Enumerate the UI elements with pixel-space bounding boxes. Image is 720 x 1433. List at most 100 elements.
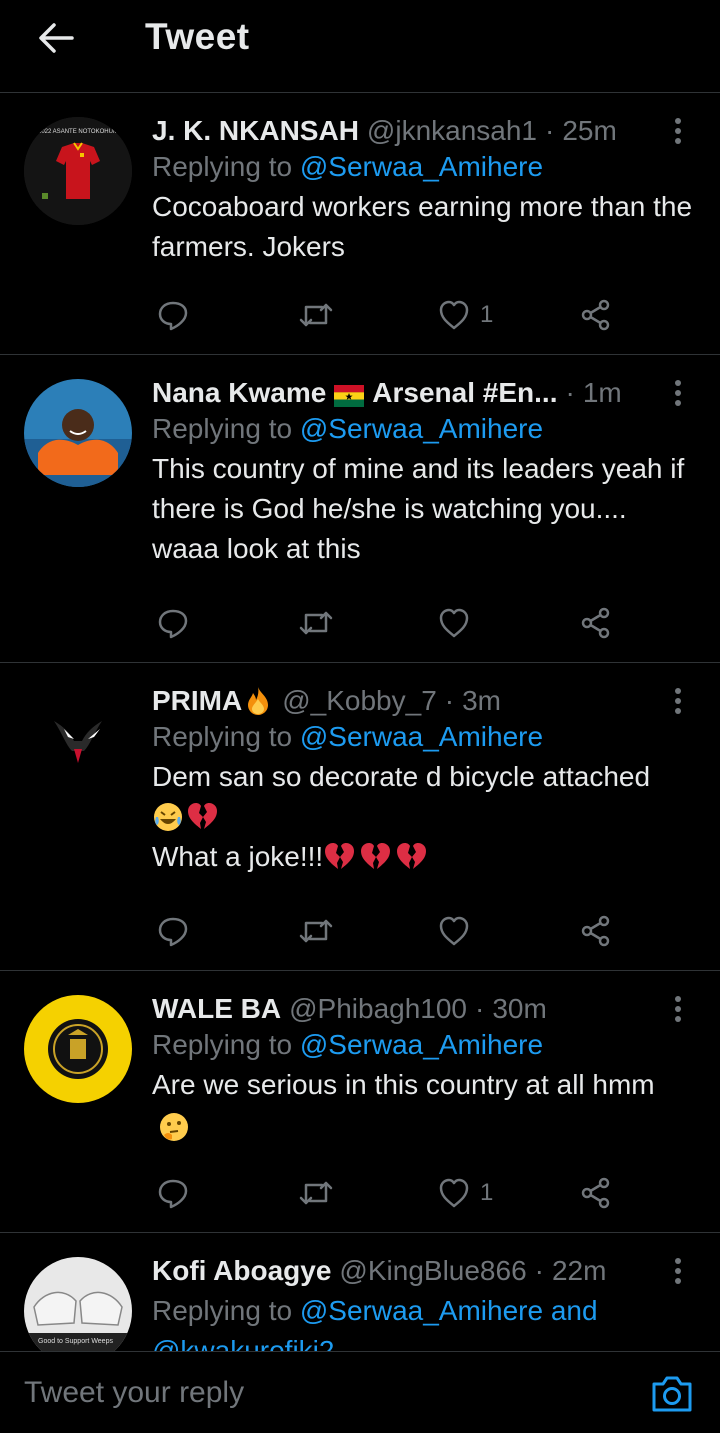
more-vertical-icon	[675, 118, 681, 144]
author-handle[interactable]: @Phibagh100	[289, 993, 467, 1025]
separator-dot: ·	[475, 993, 485, 1024]
separator-dot: ·	[565, 377, 575, 408]
mention-link[interactable]: @Serwaa_Amihere	[300, 721, 543, 752]
heart-icon	[439, 300, 469, 330]
more-options-button[interactable]	[660, 991, 696, 1027]
timestamp[interactable]: 25m	[562, 115, 616, 147]
reply-tweet[interactable]: PRIMA @_Kobby_7 · 3m Replying to @Serwaa…	[0, 663, 720, 971]
heart-icon	[439, 608, 469, 638]
replying-to: Replying to @Serwaa_Amihere and @kwakuro…	[152, 1291, 696, 1351]
tweet-actions: 1	[152, 295, 622, 335]
heart-icon	[439, 1178, 469, 1208]
author-handle[interactable]: @KingBlue866	[339, 1255, 526, 1287]
reply-input[interactable]: Tweet your reply	[24, 1376, 244, 1410]
more-vertical-icon	[675, 380, 681, 406]
replies-list[interactable]: 2022 ASANTE NOTOKOHUMA J. K. NKANSAH @jk…	[0, 93, 720, 1351]
share-icon	[581, 915, 610, 947]
author-name[interactable]: Kofi Aboagye	[152, 1255, 331, 1287]
heart-icon	[439, 916, 469, 946]
avatar-caption: 2022 ASANTE NOTOKOHUMA	[38, 129, 122, 135]
avatar-caption: Good to Support Weeps	[38, 1338, 113, 1345]
replying-to-label: Replying to	[152, 1295, 293, 1326]
author-name[interactable]: J. K. NKANSAH	[152, 115, 359, 147]
share-button[interactable]	[580, 603, 612, 643]
more-options-button[interactable]	[660, 683, 696, 719]
thinking-face-emoji-icon	[160, 1112, 188, 1141]
replying-to-label: Replying to	[152, 721, 293, 752]
like-button[interactable]: 1	[438, 1173, 493, 1213]
retweet-button[interactable]	[298, 295, 334, 335]
mention-link[interactable]: @Serwaa_Amihere	[300, 413, 543, 444]
replying-to-label: Replying to	[152, 151, 293, 182]
reply-tweet[interactable]: Good to Support Weeps Kofi Aboagye @King…	[0, 1233, 720, 1351]
share-icon	[581, 1177, 610, 1209]
author-name[interactable]: WALE BA	[152, 993, 281, 1025]
more-options-button[interactable]	[660, 113, 696, 149]
like-button[interactable]	[438, 603, 480, 643]
tweet-actions	[152, 603, 622, 643]
retweet-button[interactable]	[298, 1173, 334, 1213]
timestamp[interactable]: 30m	[492, 993, 546, 1025]
timestamp[interactable]: 1m	[583, 377, 622, 409]
avatar[interactable]	[24, 687, 132, 795]
separator-dot: ·	[534, 1255, 544, 1286]
like-button[interactable]: 1	[438, 295, 493, 335]
retweet-icon	[299, 919, 333, 943]
more-options-button[interactable]	[660, 1253, 696, 1289]
broken-heart-emoji-icon	[397, 843, 427, 869]
like-count: 1	[480, 301, 494, 328]
avatar[interactable]: 2022 ASANTE NOTOKOHUMA	[24, 117, 132, 225]
replying-to: Replying to @Serwaa_Amihere	[152, 721, 696, 753]
tweet-text: This country of mine and its leaders yea…	[152, 453, 685, 564]
emoji-line	[152, 797, 696, 837]
more-options-button[interactable]	[660, 375, 696, 411]
share-button[interactable]	[580, 1173, 612, 1213]
retweet-button[interactable]	[298, 911, 334, 951]
share-button[interactable]	[580, 911, 612, 951]
camera-button[interactable]	[650, 1374, 694, 1414]
reply-button[interactable]	[156, 295, 190, 335]
mention-link[interactable]: @Serwaa_Amihere	[300, 151, 543, 182]
timestamp[interactable]: 3m	[462, 685, 501, 717]
mention-link[interactable]: @Serwaa_Amihere	[300, 1029, 543, 1060]
reply-button[interactable]	[156, 1173, 190, 1213]
like-count: 1	[480, 1179, 494, 1206]
retweet-button[interactable]	[298, 603, 334, 643]
reply-button[interactable]	[156, 603, 190, 643]
tweet-header: J. K. NKANSAH @jknkansah1 · 25m	[152, 113, 696, 149]
reply-icon	[158, 301, 188, 331]
reply-composer: Tweet your reply	[0, 1351, 720, 1433]
tweet-header: Kofi Aboagye @KingBlue866 · 22m	[152, 1253, 696, 1289]
author-name[interactable]: Nana Kwame	[152, 377, 326, 409]
back-button[interactable]	[36, 18, 76, 58]
reply-tweet[interactable]: 2022 ASANTE NOTOKOHUMA J. K. NKANSAH @jk…	[0, 93, 720, 355]
share-button[interactable]	[580, 295, 612, 335]
reply-tweet[interactable]: Nana Kwame Arsenal #En... · 1m Replying …	[0, 355, 720, 663]
like-button[interactable]	[438, 911, 480, 951]
tweet-text: Are we serious in this country at all hm…	[152, 1065, 696, 1145]
separator-dot: ·	[545, 115, 555, 146]
broken-heart-emoji-icon	[188, 803, 217, 829]
author-handle[interactable]: @_Kobby_7	[282, 685, 437, 717]
ghana-flag-icon	[334, 382, 365, 407]
avatar[interactable]	[24, 379, 132, 487]
tweet-actions: 1	[152, 1173, 622, 1213]
reply-button[interactable]	[156, 911, 190, 951]
tweet-header: Nana Kwame Arsenal #En... · 1m	[152, 375, 696, 411]
reply-tweet[interactable]: WALE BA @Phibagh100 · 30m Replying to @S…	[0, 971, 720, 1233]
author-name-suffix[interactable]: Arsenal #En...	[372, 377, 557, 409]
reply-icon	[158, 1179, 188, 1209]
arrow-left-icon	[39, 23, 74, 53]
replying-to: Replying to @Serwaa_Amihere	[152, 151, 696, 183]
top-app-bar: Tweet	[0, 0, 720, 93]
share-icon	[581, 299, 610, 331]
timestamp[interactable]: 22m	[552, 1255, 606, 1287]
author-name[interactable]: PRIMA	[152, 685, 242, 717]
author-handle[interactable]: @jknkansah1	[367, 115, 537, 147]
retweet-icon	[299, 303, 333, 327]
avatar[interactable]: Good to Support Weeps	[24, 1257, 132, 1351]
avatar[interactable]	[24, 995, 132, 1103]
tweet-text-line: What a joke!!!	[152, 837, 696, 877]
camera-icon	[652, 1376, 692, 1412]
tweet-text: Dem san so decorate d bicycle attached W…	[152, 757, 696, 877]
